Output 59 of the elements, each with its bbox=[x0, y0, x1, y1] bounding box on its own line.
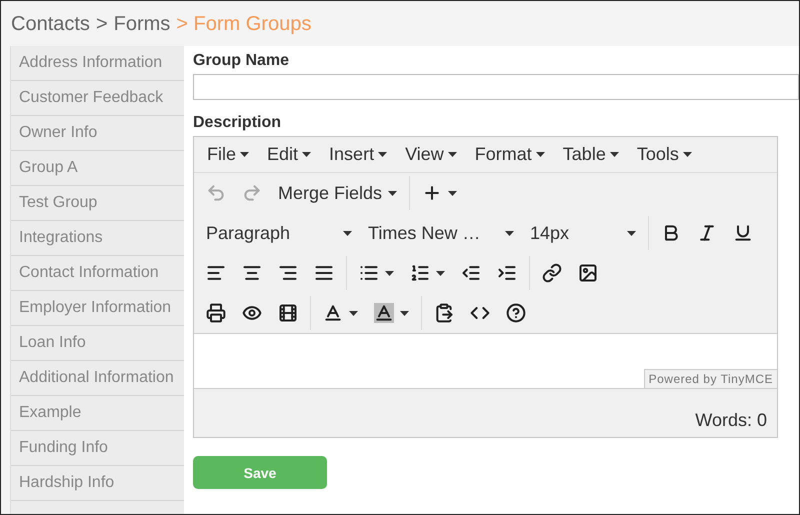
caret-icon bbox=[349, 310, 358, 316]
film-icon bbox=[278, 303, 298, 323]
highlight-icon bbox=[374, 303, 394, 323]
breadcrumb-current: > Form Groups bbox=[176, 13, 312, 36]
caret-icon bbox=[378, 152, 388, 157]
size-select[interactable]: 14px bbox=[522, 218, 644, 248]
save-button[interactable]: Save bbox=[193, 456, 327, 489]
caret-icon bbox=[240, 152, 250, 157]
caret-icon bbox=[343, 230, 352, 236]
redo-icon bbox=[242, 183, 262, 203]
italic-icon bbox=[697, 223, 717, 243]
help-icon bbox=[506, 303, 526, 323]
menu-item[interactable]: View bbox=[396, 144, 466, 165]
outdent-icon bbox=[461, 263, 481, 283]
align-center-icon bbox=[242, 263, 262, 283]
menu-item[interactable]: Tools bbox=[628, 144, 701, 165]
caret-icon bbox=[388, 190, 398, 196]
field-label: Description bbox=[193, 114, 282, 132]
menu-item[interactable]: Table bbox=[554, 144, 628, 165]
caret-icon bbox=[436, 270, 445, 276]
merge-fields-dropdown[interactable]: Merge Fields bbox=[270, 178, 406, 208]
caret-icon bbox=[302, 152, 312, 157]
eye-icon bbox=[242, 303, 262, 323]
caret-icon bbox=[448, 152, 457, 157]
word-count: Words: 0 bbox=[695, 410, 767, 431]
caret-icon bbox=[536, 152, 545, 157]
editor-content[interactable]: Powered by TinyMCE bbox=[194, 333, 777, 389]
paste-icon bbox=[434, 303, 454, 323]
caret-icon bbox=[385, 270, 394, 276]
caret-icon bbox=[448, 190, 458, 196]
breadcrumb-item[interactable]: Forms bbox=[114, 13, 170, 36]
align-right-icon bbox=[278, 263, 298, 283]
format-select[interactable]: Paragraph bbox=[198, 218, 360, 248]
caret-icon bbox=[505, 230, 514, 236]
caret-icon bbox=[682, 152, 692, 157]
group-name-field[interactable] bbox=[193, 74, 799, 100]
print-icon bbox=[206, 303, 226, 323]
caret-icon bbox=[627, 230, 636, 236]
caret-icon bbox=[610, 152, 619, 157]
text-color-icon bbox=[323, 303, 343, 323]
menu-item[interactable]: File bbox=[198, 144, 258, 165]
align-left-icon bbox=[206, 263, 226, 283]
bullet-list-icon bbox=[359, 263, 379, 283]
underline-icon bbox=[733, 223, 753, 243]
breadcrumb-item: > bbox=[96, 13, 108, 36]
menu-item[interactable]: Edit bbox=[258, 144, 320, 165]
undo-icon bbox=[206, 183, 226, 203]
branding-text: Powered by TinyMCE bbox=[644, 369, 777, 388]
font-select[interactable]: Times New … bbox=[360, 218, 522, 248]
numbered-list-icon bbox=[410, 263, 430, 283]
link-icon bbox=[542, 263, 562, 283]
caret-icon bbox=[400, 310, 409, 316]
field-label: Group Name bbox=[193, 52, 290, 70]
menu-item[interactable]: Format bbox=[466, 144, 554, 165]
indent-icon bbox=[497, 263, 517, 283]
menu-item[interactable]: Insert bbox=[320, 144, 396, 165]
image-icon bbox=[578, 263, 598, 283]
breadcrumb-item[interactable]: Contacts bbox=[11, 13, 90, 36]
align-justify-icon bbox=[314, 263, 334, 283]
